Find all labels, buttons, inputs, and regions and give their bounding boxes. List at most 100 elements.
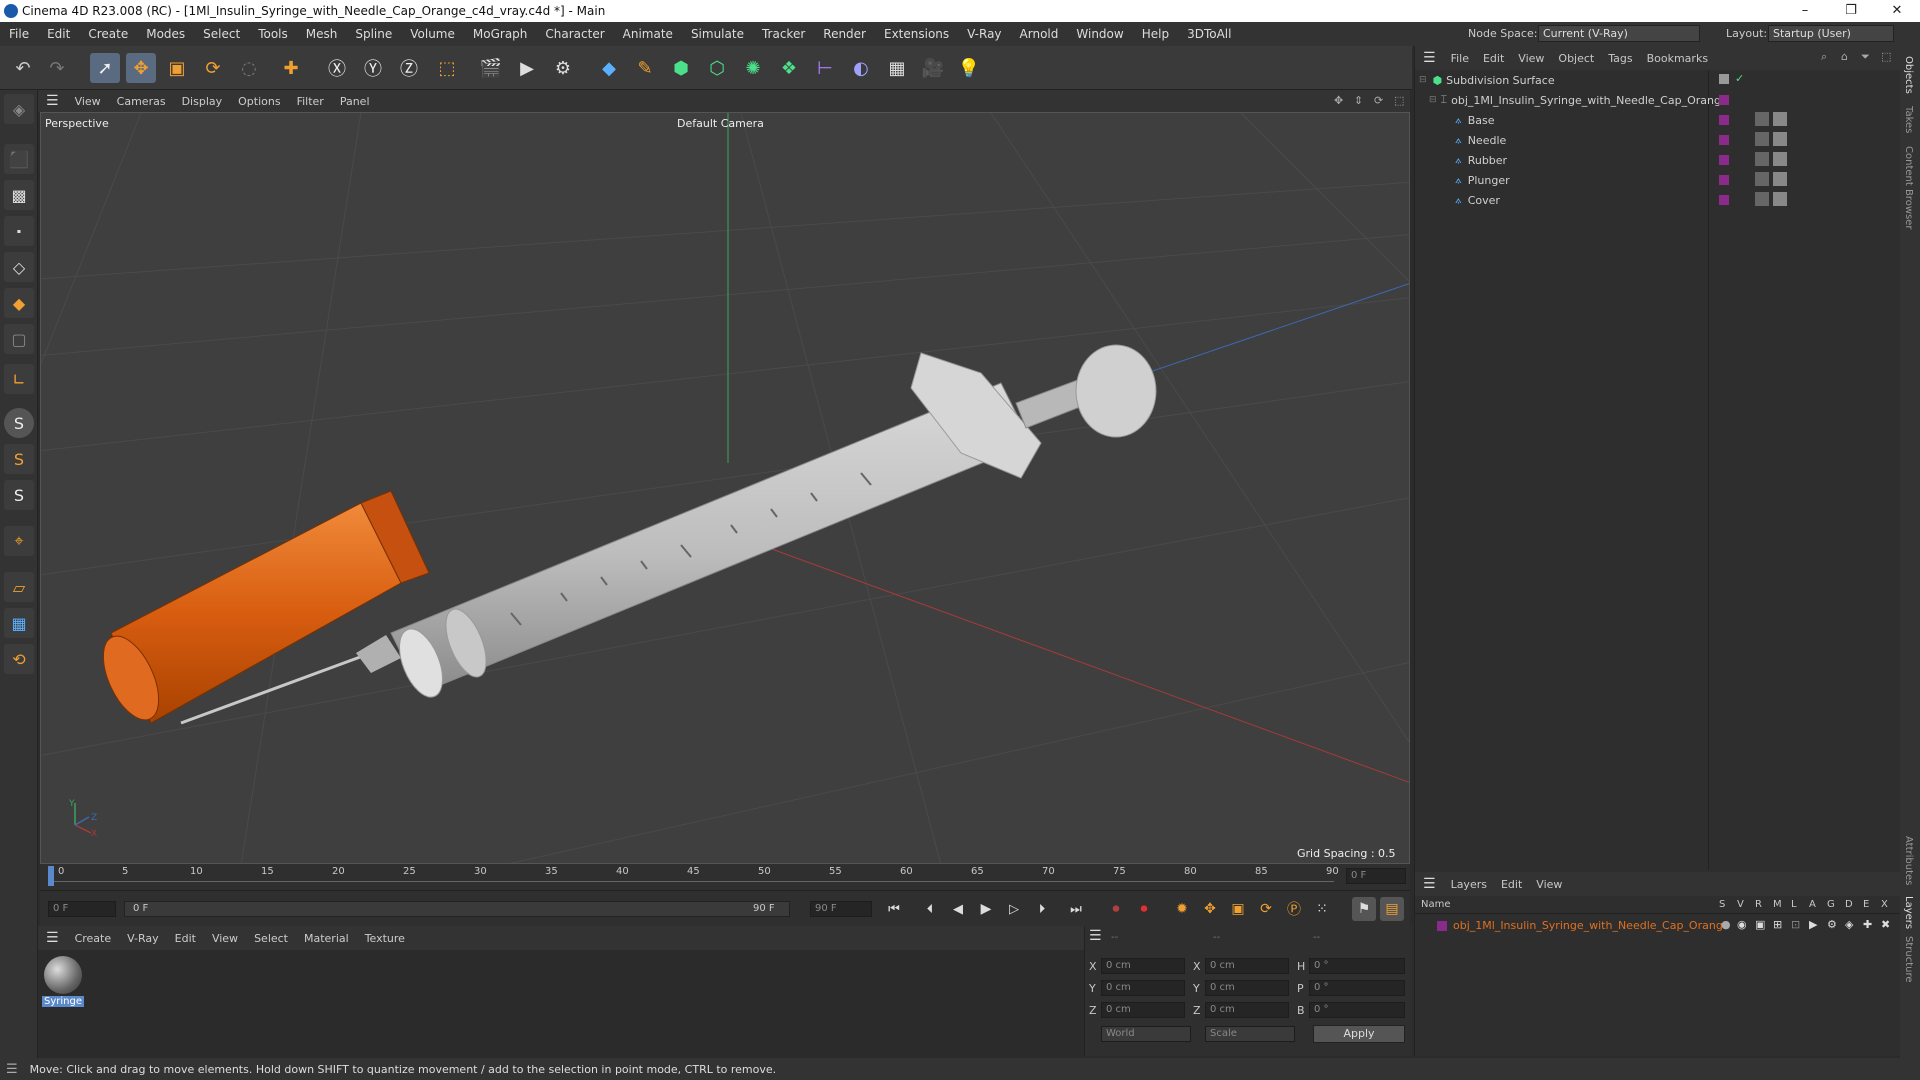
object-row-cover[interactable]: ⟑ Cover [1415, 190, 1901, 210]
material-hamburger-icon[interactable]: ☰ [38, 930, 67, 946]
z-axis-lock-icon[interactable]: Ⓩ [394, 53, 424, 83]
layer-menu-layers[interactable]: Layers [1444, 878, 1494, 891]
maximize-button[interactable]: ❐ [1828, 0, 1874, 22]
mograph-icon[interactable]: ❖ [774, 53, 804, 83]
menu-simulate[interactable]: Simulate [682, 27, 753, 41]
filter-icon[interactable]: ⏷ [1861, 50, 1870, 64]
layer-color-swatch[interactable] [1719, 195, 1729, 205]
texture-mode-icon[interactable]: ▩ [4, 180, 34, 210]
viewport-menu-options[interactable]: Options [230, 95, 288, 108]
material-tag-icon[interactable] [1773, 172, 1787, 186]
menu-mesh[interactable]: Mesh [297, 27, 347, 41]
snap-settings-icon[interactable]: S [4, 444, 34, 474]
coord-pos-y-field[interactable]: 0 cm [1101, 980, 1185, 996]
layer-color-swatch[interactable] [1719, 95, 1729, 105]
live-selection-icon[interactable]: ✚ [276, 53, 306, 83]
phong-tag-icon[interactable] [1755, 192, 1769, 206]
cube-primitive-icon[interactable]: ◆ [594, 53, 624, 83]
x-axis-lock-icon[interactable]: Ⓧ [322, 53, 352, 83]
layer-color-swatch[interactable] [1719, 155, 1729, 165]
autokey-icon[interactable]: ⏺ [1132, 897, 1156, 921]
coord-size-y-field[interactable]: 0 cm [1205, 980, 1289, 996]
menu-file[interactable]: File [0, 27, 38, 41]
object-row-plunger[interactable]: ⟑ Plunger [1415, 170, 1901, 190]
points-mode-icon[interactable]: ⬝ [4, 216, 34, 246]
material-menu-create[interactable]: Create [67, 932, 120, 945]
floor-icon[interactable]: ▦ [882, 53, 912, 83]
locked-workplane-icon[interactable]: ⟲ [4, 644, 34, 674]
workplane-icon[interactable]: ▱ [4, 572, 34, 602]
material-menu-edit[interactable]: Edit [167, 932, 204, 945]
polygons-mode-icon[interactable]: ◆ [4, 288, 34, 318]
cloner-icon[interactable]: ✺ [738, 53, 768, 83]
object-row-needle[interactable]: ⟑ Needle [1415, 130, 1901, 150]
key-pla-icon[interactable]: Ⓟ [1282, 897, 1306, 921]
layer-lock-icon[interactable]: ⊡ [1791, 918, 1800, 931]
object-row-base[interactable]: ⟑ Base [1415, 110, 1901, 130]
viewport-menu-view[interactable]: View [67, 95, 109, 108]
object-menu-object[interactable]: Object [1551, 52, 1601, 65]
object-row-rubber[interactable]: ⟑ Rubber [1415, 150, 1901, 170]
layer-deformer-icon[interactable]: ◈ [1845, 918, 1853, 931]
side-tab-layers[interactable]: Layers [1903, 896, 1914, 929]
viewport-menu-display[interactable]: Display [174, 95, 231, 108]
material-swatch[interactable]: Syringe [42, 954, 84, 1012]
node-space-dropdown[interactable]: Current (V-Ray) [1538, 25, 1700, 42]
menu-edit[interactable]: Edit [38, 27, 79, 41]
coordinate-system-icon[interactable]: ⬚ [432, 53, 462, 83]
coord-size-x-field[interactable]: 0 cm [1205, 958, 1289, 974]
uv-mode-icon[interactable]: ▢ [4, 324, 34, 354]
axis-mode-icon[interactable]: ∟ [4, 364, 34, 394]
scale-tool-icon[interactable]: ▣ [162, 53, 192, 83]
menu-select[interactable]: Select [194, 27, 249, 41]
render-view-icon[interactable]: 🎬 [476, 53, 506, 83]
key-param-icon[interactable]: ⟳ [1254, 897, 1278, 921]
search-icon[interactable]: ⌕ [1821, 50, 1827, 64]
coord-rot-b-field[interactable]: 0 ° [1309, 1002, 1405, 1018]
layer-color-swatch[interactable] [1719, 115, 1729, 125]
layout-dropdown[interactable]: Startup (User) [1768, 25, 1894, 42]
subdivision-generator-icon[interactable]: ⬢ [666, 53, 696, 83]
render-settings-icon[interactable]: ⚙ [548, 53, 578, 83]
phong-tag-icon[interactable] [1755, 152, 1769, 166]
start-frame-field[interactable]: 0 F [48, 901, 116, 917]
timeline-ruler[interactable]: 0 5 10 15 20 25 30 35 40 45 50 55 60 65 … [40, 864, 1410, 890]
layer-solo-icon[interactable]: ● [1721, 918, 1731, 931]
phong-tag-icon[interactable] [1755, 132, 1769, 146]
coord-mode-dropdown[interactable]: World [1101, 1026, 1191, 1042]
object-menu-file[interactable]: File [1444, 52, 1476, 65]
go-to-start-icon[interactable]: ⏮ [882, 897, 906, 921]
menu-extensions[interactable]: Extensions [875, 27, 958, 41]
viewport-camera-label[interactable]: Default Camera [677, 117, 764, 130]
extrude-icon[interactable]: ⬡ [702, 53, 732, 83]
viewport-menu-panel[interactable]: Panel [332, 95, 378, 108]
object-row-subdivision[interactable]: ⊟ ⬢ Subdivision Surface ✓ [1415, 70, 1901, 90]
object-menu-bookmarks[interactable]: Bookmarks [1640, 52, 1715, 65]
menu-render[interactable]: Render [814, 27, 875, 41]
menu-modes[interactable]: Modes [137, 27, 194, 41]
record-keys-icon[interactable]: ⏺ [1104, 897, 1128, 921]
side-tab-objects[interactable]: Objects [1903, 56, 1914, 94]
timeline-playhead[interactable] [48, 866, 54, 886]
object-menu-edit[interactable]: Edit [1476, 52, 1511, 65]
magnet-icon[interactable]: ⌖ [4, 526, 34, 556]
coord-rot-p-field[interactable]: 0 ° [1309, 980, 1405, 996]
layer-color-swatch[interactable] [1719, 135, 1729, 145]
menu-window[interactable]: Window [1067, 27, 1132, 41]
material-menu-view[interactable]: View [204, 932, 246, 945]
play-icon[interactable]: ▶ [974, 897, 998, 921]
menu-mograph[interactable]: MoGraph [464, 27, 537, 41]
menu-vray[interactable]: V-Ray [958, 27, 1010, 41]
select-tool-icon[interactable]: ➚ [90, 53, 120, 83]
layer-generator-icon[interactable]: ⚙ [1827, 918, 1837, 931]
material-tag-icon[interactable] [1773, 112, 1787, 126]
layer-row[interactable]: obj_1Ml_Insulin_Syringe_with_Needle_Cap_… [1415, 916, 1901, 936]
frame-range-slider[interactable]: 0 F 90 F [124, 901, 790, 917]
menu-volume[interactable]: Volume [401, 27, 464, 41]
quantize-icon[interactable]: S [4, 480, 34, 510]
rotate-tool-icon[interactable]: ⟳ [198, 53, 228, 83]
field-icon[interactable]: ◐ [846, 53, 876, 83]
layer-render-icon[interactable]: ▣ [1755, 918, 1765, 931]
y-axis-lock-icon[interactable]: Ⓨ [358, 53, 388, 83]
layer-manager-icon[interactable]: ⊞ [1773, 918, 1782, 931]
